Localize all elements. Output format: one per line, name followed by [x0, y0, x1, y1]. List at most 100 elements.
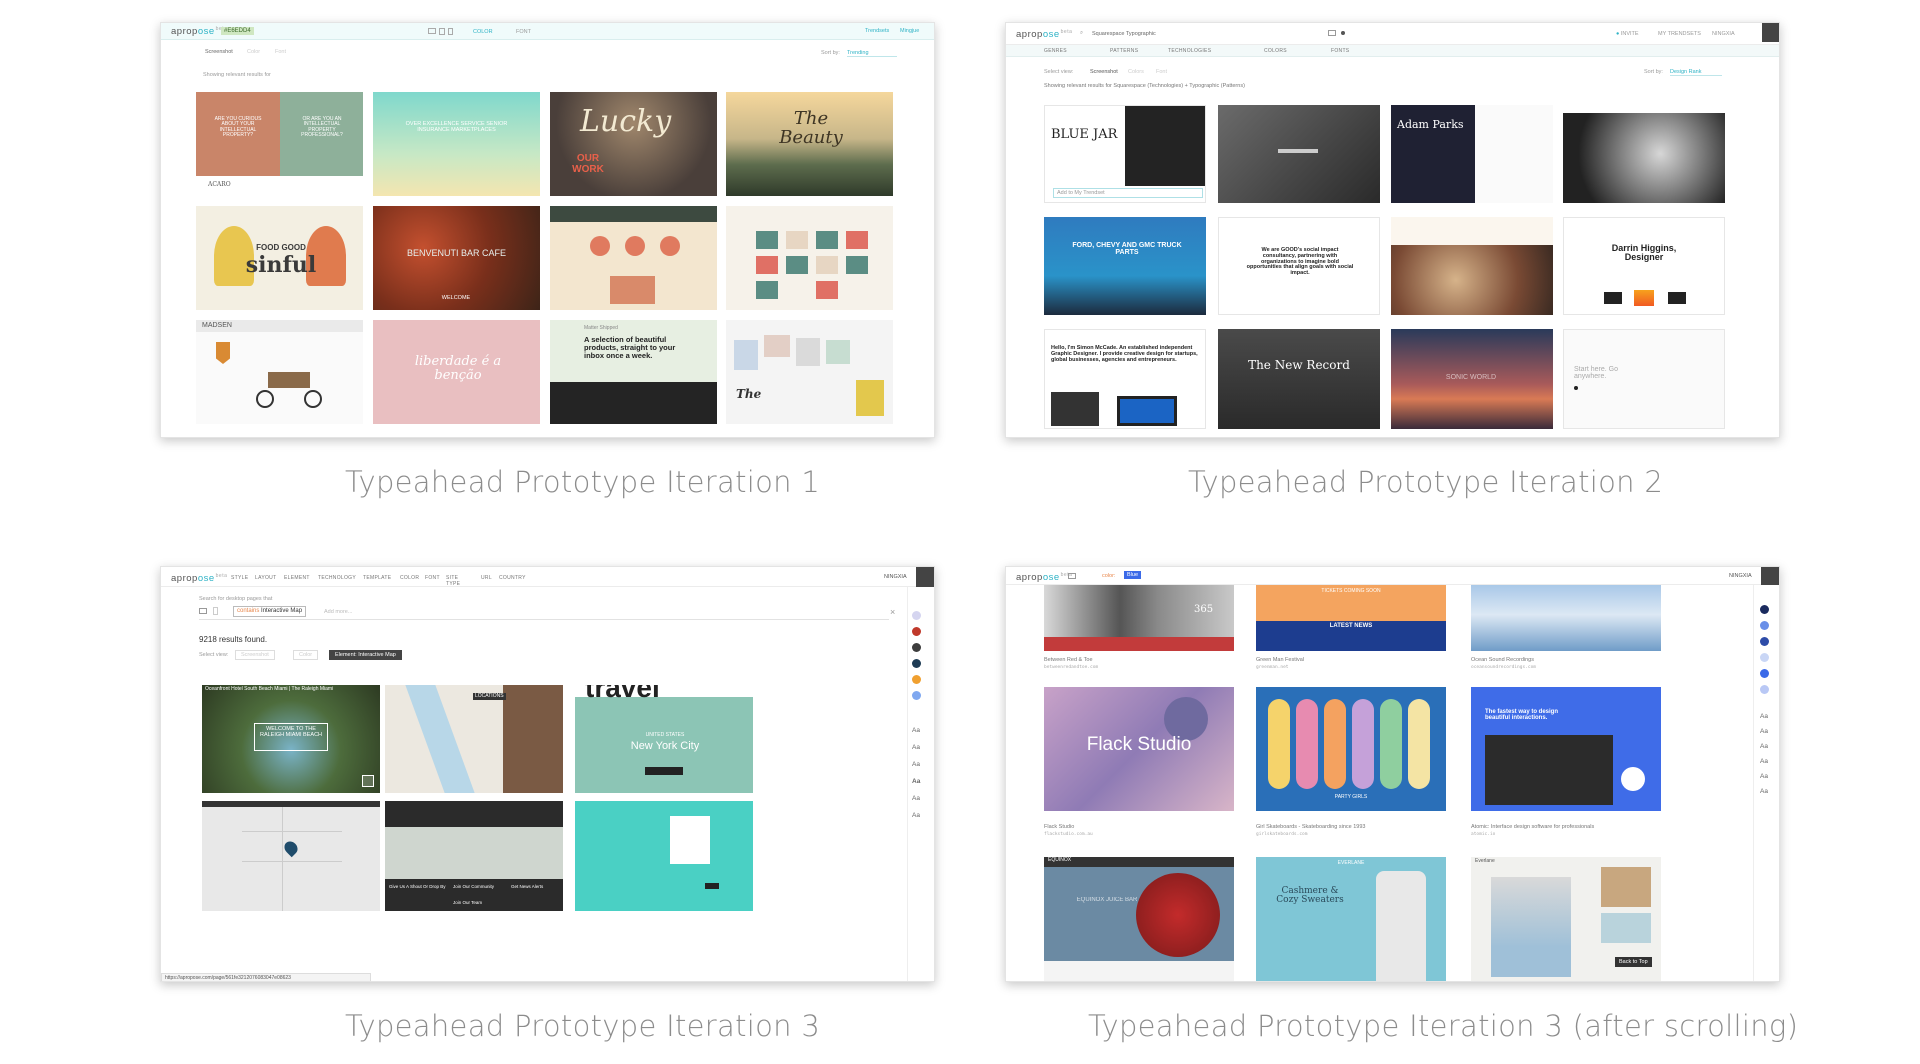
- palette-swatch-3[interactable]: [1760, 637, 1769, 646]
- thumb-sonic-world[interactable]: SONIC WORLD: [1391, 329, 1553, 429]
- search-chip[interactable]: #E6EDD4: [221, 27, 254, 35]
- thumb-matter[interactable]: Matter Shipped A selection of beautiful …: [550, 320, 717, 424]
- thumb-nyc-travel[interactable]: travel UNITED STATES New York City: [575, 685, 753, 793]
- nav-style[interactable]: STYLE: [231, 575, 248, 581]
- thumb-blue-jar[interactable]: BLUE JAR Add to My Trendset: [1044, 105, 1206, 203]
- trendset-corner-button[interactable]: [916, 567, 934, 587]
- thumb-locations-map[interactable]: LOCATIONS: [385, 685, 563, 793]
- thumb-darrin-higgins[interactable]: Darrin Higgins, Designer: [1563, 217, 1725, 315]
- tablet-icon[interactable]: [439, 28, 445, 35]
- thumb-simon-mccade[interactable]: Hello, I'm Simon McCade. An established …: [1044, 329, 1206, 429]
- nav-url[interactable]: URL: [481, 575, 492, 581]
- item-label-1[interactable]: Between Red & Toe: [1044, 657, 1093, 663]
- thumb-insurance[interactable]: OVER EXCELLENCE SERVICE SENIOR INSURANCE…: [373, 92, 540, 196]
- thumb-ocean-sound[interactable]: [1471, 585, 1661, 651]
- nav-font[interactable]: FONT: [425, 575, 440, 581]
- app-logo[interactable]: aproposebeta: [171, 26, 227, 37]
- thumb-between-red-toe[interactable]: 365: [1044, 585, 1234, 651]
- font-sample-3[interactable]: Aa: [1760, 743, 1768, 750]
- palette-swatch-6[interactable]: [1760, 685, 1769, 694]
- palette-swatch-5[interactable]: [912, 675, 921, 684]
- thumb-acaro[interactable]: ARE YOU CURIOUS ABOUT YOUR INTELLECTUAL …: [196, 92, 363, 196]
- thumb-teal-map[interactable]: [575, 801, 753, 911]
- nav-element[interactable]: ELEMENT: [284, 575, 310, 581]
- thumb-adam-parks[interactable]: Adam Parks: [1391, 105, 1553, 203]
- thumb-flack-studio[interactable]: Flack Studio: [1044, 687, 1234, 811]
- thumb-portrait[interactable]: [1563, 105, 1725, 203]
- thumb-truck-parts[interactable]: FORD, CHEVY AND GMC TRUCK PARTS: [1044, 217, 1206, 315]
- search-input[interactable]: Squarespace Typographic: [1092, 31, 1156, 37]
- palette-swatch-2[interactable]: [912, 627, 921, 636]
- view-color[interactable]: Color: [247, 49, 260, 55]
- thumb-everlane-accessories[interactable]: Everlane Back to Top: [1471, 857, 1661, 981]
- palette-swatch-3[interactable]: [912, 643, 921, 652]
- phone-icon[interactable]: [448, 28, 453, 35]
- view-color[interactable]: Color: [293, 650, 319, 660]
- item-label-4[interactable]: Flack Studio: [1044, 824, 1074, 830]
- thumb-green-man[interactable]: TICKETS COMING SOON LATEST NEWS: [1256, 585, 1446, 651]
- thumb-girl-skateboards[interactable]: PARTY GIRLS: [1256, 687, 1446, 811]
- desktop-icon[interactable]: [199, 608, 207, 614]
- view-screenshot[interactable]: Screenshot: [235, 650, 275, 660]
- mobile-icon[interactable]: [213, 607, 218, 615]
- my-trendsets-link[interactable]: MY TRENDSETS: [1658, 31, 1701, 37]
- thumb-madsen[interactable]: MADSEN: [196, 320, 363, 424]
- thumb-ice-cream[interactable]: [1391, 217, 1553, 315]
- palette-swatch-4[interactable]: [912, 659, 921, 668]
- view-font[interactable]: Font: [1156, 69, 1167, 75]
- font-sample-3[interactable]: Aa: [912, 761, 920, 768]
- palette-swatch-5[interactable]: [1760, 669, 1769, 678]
- device-icons[interactable]: [428, 28, 458, 35]
- search-chip[interactable]: Blue: [1124, 571, 1142, 579]
- thumb-austin-map[interactable]: [202, 801, 380, 911]
- thumb-sinful[interactable]: FOOD GOOD sinful: [196, 206, 363, 310]
- thumb-everlane[interactable]: EVERLANE Cashmere & Cozy Sweaters: [1256, 857, 1446, 981]
- font-sample-1[interactable]: Aa: [1760, 713, 1768, 720]
- user-menu[interactable]: NINGXIA: [884, 574, 907, 580]
- filter-font[interactable]: FONT: [516, 29, 531, 35]
- nav-site-type[interactable]: SITE TYPE: [446, 575, 460, 587]
- font-sample-2[interactable]: Aa: [1760, 728, 1768, 735]
- font-sample-2[interactable]: Aa: [912, 744, 920, 751]
- thumb-grid-colors[interactable]: [726, 206, 893, 310]
- desktop-icon[interactable]: [1068, 573, 1076, 579]
- clear-search-icon[interactable]: ×: [890, 607, 895, 617]
- item-label-5[interactable]: Girl Skateboards - Skateboarding since 1…: [1256, 824, 1365, 830]
- sort-select[interactable]: Trending: [847, 50, 897, 57]
- item-label-6[interactable]: Atomic: Interface design software for pr…: [1471, 824, 1594, 830]
- trendset-corner-button[interactable]: [1761, 567, 1779, 585]
- tab-patterns[interactable]: PATTERNS: [1110, 48, 1138, 54]
- thumb-new-record[interactable]: The New Record: [1218, 329, 1380, 429]
- palette-swatch-1[interactable]: [912, 611, 921, 620]
- item-label-2[interactable]: Green Man Festival: [1256, 657, 1304, 663]
- invite-button[interactable]: ● INVITE: [1616, 31, 1639, 37]
- palette-swatch-1[interactable]: [1760, 605, 1769, 614]
- thumb-contact-map[interactable]: Give Us A Shout Or Drop By Join Our Comm…: [385, 801, 563, 911]
- add-more-input[interactable]: Add more...: [324, 609, 352, 615]
- thumb-cafe-menu[interactable]: [550, 206, 717, 310]
- font-sample-5[interactable]: Aa: [1760, 773, 1768, 780]
- trendsets-link[interactable]: Trendsets: [865, 28, 889, 34]
- view-color[interactable]: Colors: [1128, 69, 1144, 75]
- toggle-dot[interactable]: [1341, 31, 1345, 35]
- font-sample-1[interactable]: Aa: [912, 727, 920, 734]
- palette-swatch-2[interactable]: [1760, 621, 1769, 630]
- thumb-start-here[interactable]: Start here. Go anywhere.: [1563, 329, 1725, 429]
- font-sample-5[interactable]: Aa: [912, 795, 920, 802]
- app-logo[interactable]: aproposebeta: [1016, 29, 1072, 40]
- tab-colors[interactable]: COLORS: [1264, 48, 1287, 54]
- thumb-lucky[interactable]: Lucky OUR WORK: [550, 92, 717, 196]
- palette-swatch-4[interactable]: [1760, 653, 1769, 662]
- user-name[interactable]: Mingjue: [900, 28, 919, 34]
- map-button-icon[interactable]: [362, 775, 374, 787]
- app-logo[interactable]: aproposebeta: [171, 573, 227, 584]
- nav-color[interactable]: COLOR: [400, 575, 419, 581]
- font-sample-4[interactable]: Aa: [912, 778, 920, 785]
- nav-country[interactable]: COUNTRY: [499, 575, 526, 581]
- tab-genres[interactable]: GENRES: [1044, 48, 1067, 54]
- view-element[interactable]: Element: Interactive Map: [329, 650, 402, 660]
- view-screenshot[interactable]: Screenshot: [1090, 69, 1118, 75]
- desktop-icon[interactable]: [1328, 30, 1336, 36]
- desktop-icon[interactable]: [428, 28, 436, 34]
- font-sample-6[interactable]: Aa: [1760, 788, 1768, 795]
